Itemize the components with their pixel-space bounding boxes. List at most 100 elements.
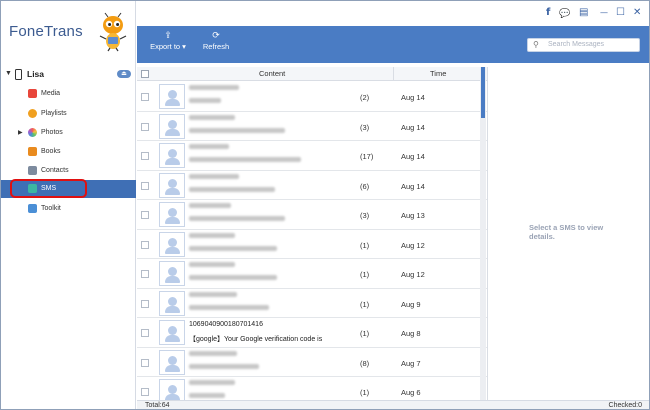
table-header: Content Time: [137, 67, 487, 81]
refresh-button[interactable]: ⟳ Refresh: [199, 30, 233, 60]
redaction-blur: [189, 275, 277, 280]
row-checkbox[interactable]: [141, 211, 149, 219]
select-all-checkbox[interactable]: [141, 70, 149, 78]
message-preview-redacted: [189, 186, 275, 194]
column-header-content[interactable]: Content: [259, 69, 285, 78]
message-time: Aug 6: [401, 388, 421, 397]
table-scrollbar[interactable]: [480, 67, 486, 400]
total-count: Total:64: [145, 402, 170, 409]
detail-pane: Select a SMS to view details.: [487, 67, 649, 400]
message-time: Aug 12: [401, 240, 425, 250]
table-row[interactable]: (1) Aug 6: [137, 377, 487, 400]
toolkit-icon: [28, 204, 37, 213]
minimize-icon[interactable]: —: [600, 7, 608, 19]
message-sender-redacted: [189, 114, 235, 122]
contact-avatar-icon: [159, 261, 185, 286]
sidebar-item-photos[interactable]: ▶ Photos: [1, 124, 136, 142]
toolbar: ⇪ Export to ▾ ⟳ Refresh ⚲ Search Message…: [137, 26, 649, 63]
expand-caret-icon[interactable]: ▼: [5, 70, 12, 77]
export-button[interactable]: ⇪ Export to ▾: [145, 30, 191, 60]
table-row[interactable]: (2) Aug 14: [137, 82, 487, 112]
redaction-blur: [189, 232, 235, 238]
mascot-logo-icon: [99, 12, 127, 52]
message-preview-redacted: [189, 393, 225, 400]
media-icon: [28, 89, 37, 98]
message-count: (3): [360, 211, 370, 220]
message-count: (1): [360, 329, 370, 338]
row-checkbox[interactable]: [141, 181, 149, 190]
maximize-icon[interactable]: ☐: [616, 7, 625, 19]
row-checkbox[interactable]: [141, 388, 149, 396]
sidebar-item-media[interactable]: Media: [1, 85, 136, 103]
message-count: (17): [360, 152, 374, 161]
row-checkbox[interactable]: [141, 358, 149, 367]
chat-icon[interactable]: 💬: [559, 7, 570, 19]
scrollbar-thumb[interactable]: [481, 67, 485, 118]
feedback-icon[interactable]: ▤: [579, 7, 588, 19]
column-header-time[interactable]: Time: [430, 69, 446, 78]
table-row[interactable]: (3) Aug 14: [137, 111, 487, 141]
search-input[interactable]: ⚲ Search Messages: [527, 38, 640, 52]
message-preview-redacted: [189, 245, 277, 253]
redaction-blur: [189, 186, 275, 192]
message-time: Aug 8: [401, 329, 421, 338]
row-checkbox[interactable]: [141, 122, 149, 131]
sidebar-item-label: Toolkit: [41, 205, 61, 212]
sidebar: FoneTrans ▼ Lisa ⏏ Media Playlists ▶ Pho…: [1, 1, 136, 409]
message-time: Aug 7: [401, 358, 421, 368]
sms-highlight-ring: [10, 179, 87, 198]
facebook-icon[interactable]: f: [546, 7, 550, 19]
table-row[interactable]: (8) Aug 7: [137, 347, 487, 377]
row-checkbox[interactable]: [141, 93, 149, 101]
eject-button[interactable]: ⏏: [117, 70, 131, 78]
row-checkbox[interactable]: [141, 240, 149, 249]
message-count: (1): [360, 388, 370, 397]
row-checkbox[interactable]: [141, 299, 149, 308]
table-row[interactable]: (1) Aug 9: [137, 288, 487, 318]
contact-avatar-icon: [159, 349, 185, 375]
row-checkbox[interactable]: [141, 270, 149, 278]
device-row[interactable]: ▼ Lisa ⏏: [1, 67, 136, 83]
sidebar-item-contacts[interactable]: Contacts: [1, 162, 136, 180]
sidebar-item-toolkit[interactable]: Toolkit: [1, 200, 136, 218]
message-time: Aug 14: [401, 181, 425, 191]
redaction-blur: [189, 85, 239, 90]
row-checkbox[interactable]: [141, 329, 149, 337]
table-row[interactable]: (6) Aug 14: [137, 170, 487, 200]
app-window: FoneTrans ▼ Lisa ⏏ Media Playlists ▶ Pho…: [0, 0, 650, 410]
message-count: (2): [360, 93, 370, 102]
detail-hint: Select a SMS to view details.: [529, 223, 604, 241]
sidebar-item-playlists[interactable]: Playlists: [1, 105, 136, 123]
redaction-blur: [189, 216, 285, 221]
message-preview-redacted: [189, 363, 259, 371]
redaction-blur: [189, 304, 269, 310]
chevron-down-icon: ▾: [182, 42, 186, 51]
search-placeholder: Search Messages: [548, 41, 605, 48]
message-sender-redacted: [189, 85, 239, 92]
message-count: (1): [360, 270, 370, 279]
message-count: (6): [360, 181, 370, 191]
redaction-blur: [189, 157, 301, 162]
brand: FoneTrans: [1, 1, 136, 63]
table-row[interactable]: (1) Aug 12: [137, 229, 487, 259]
table-row[interactable]: (3) Aug 13: [137, 200, 487, 230]
message-sender-redacted: [189, 173, 239, 181]
checked-count: Checked:0: [608, 402, 642, 409]
message-sender-redacted: [189, 291, 237, 299]
table-row[interactable]: 1069040900180701416 【google】Your Google v…: [137, 318, 487, 348]
status-bar: Total:64 Checked:0: [137, 400, 649, 409]
table-row[interactable]: (1) Aug 12: [137, 259, 487, 289]
expand-caret-icon[interactable]: ▶: [18, 129, 23, 136]
contact-avatar-icon: [159, 379, 185, 400]
sidebar-item-books[interactable]: Books: [1, 143, 136, 161]
close-icon[interactable]: ✕: [633, 7, 641, 19]
message-preview-redacted: [189, 157, 301, 164]
redaction-blur: [189, 380, 235, 385]
table-row[interactable]: (17) Aug 14: [137, 141, 487, 171]
contact-avatar-icon: [159, 143, 185, 168]
row-checkbox[interactable]: [141, 152, 149, 160]
message-preview-redacted: [189, 216, 285, 223]
contact-avatar-icon: [159, 84, 185, 109]
message-sender-redacted: [189, 350, 237, 358]
redaction-blur: [189, 127, 285, 133]
